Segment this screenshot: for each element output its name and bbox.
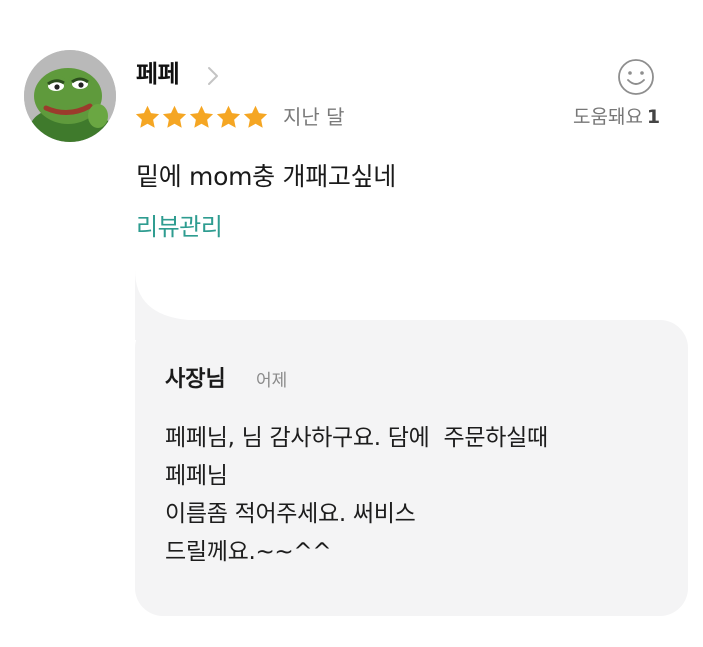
review-text: 밑에 mom충 개패고싶네 [136, 162, 396, 191]
reply-body: 페페님, 님 감사하구요. 담에 주문하실때 페페님 이름좀 적어주세요. 써비… [165, 419, 665, 571]
helpful-count: 1 [646, 106, 661, 128]
star-icon [135, 105, 160, 128]
star-icon [216, 105, 241, 128]
review-date: 지난 달 [283, 105, 345, 129]
helpful-label: 도움돼요 [573, 106, 643, 128]
reply-line: 이름좀 적어주세요. 써비스 [165, 501, 416, 527]
manage-review-link[interactable]: 리뷰관리 [136, 209, 223, 245]
reply-line: 페페님 [165, 463, 228, 489]
reply-line: 드릴께요.~~^^ [165, 539, 332, 565]
reply-date: 어제 [256, 371, 288, 391]
star-icon [162, 105, 187, 128]
reply-author: 사장님 [165, 367, 226, 392]
user-avatar[interactable] [24, 50, 116, 142]
chevron-right-icon[interactable] [205, 66, 221, 86]
reply-line: 페페님, 님 감사하구요. 담에 주문하실때 [165, 425, 548, 451]
helpful-button[interactable]: 도움돼요 1 [573, 103, 660, 131]
smiley-icon[interactable] [617, 58, 655, 96]
review-card: 페페 지난 달 도움돼요 1 밑에 mom충 개패고싶네 리뷰관리 사장님 어제 … [0, 0, 703, 647]
review-username[interactable]: 페페 [136, 58, 180, 90]
star-icon [189, 105, 214, 128]
star-rating [134, 101, 269, 133]
frog-avatar-icon [24, 50, 116, 142]
star-icon [243, 105, 268, 128]
